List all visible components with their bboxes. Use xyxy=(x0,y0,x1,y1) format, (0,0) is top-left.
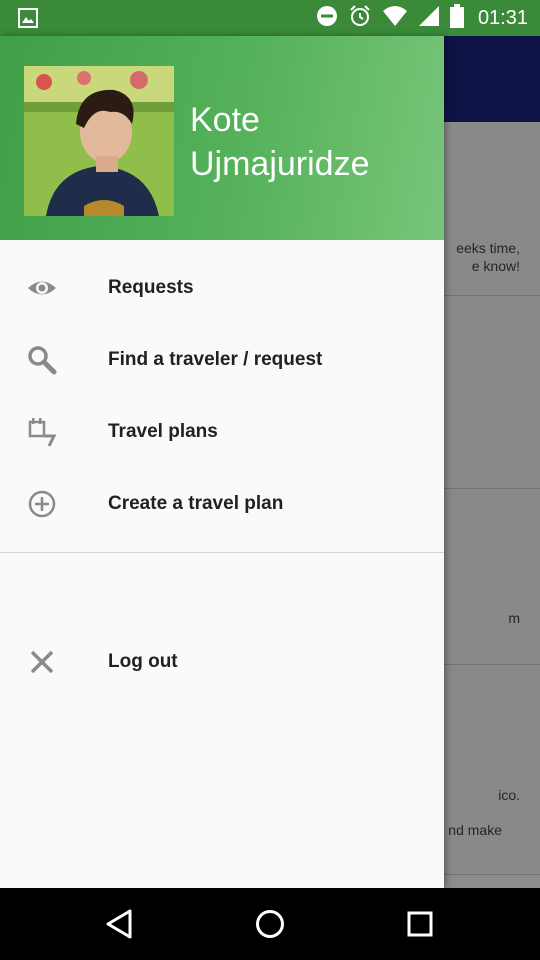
menu-item-label: Find a traveler / request xyxy=(108,349,323,370)
drawer-header: Kote Ujmajuridze xyxy=(0,36,444,240)
add-circle-icon xyxy=(26,488,58,520)
do-not-disturb-icon xyxy=(316,5,338,31)
status-bar: 01:31 xyxy=(0,0,540,36)
battery-icon xyxy=(449,4,464,32)
navigation-drawer: Kote Ujmajuridze Requests Find a travele… xyxy=(0,36,444,888)
image-notification-icon xyxy=(18,8,38,32)
system-nav-bar xyxy=(0,888,540,960)
alarm-icon xyxy=(348,4,372,32)
eye-icon xyxy=(26,272,58,304)
signal-icon xyxy=(418,5,440,31)
menu-item-requests[interactable]: Requests xyxy=(0,252,444,324)
menu-item-label: Travel plans xyxy=(108,421,218,442)
status-time: 01:31 xyxy=(477,6,528,29)
search-icon xyxy=(26,344,58,376)
home-icon[interactable] xyxy=(252,906,288,942)
user-name: Kote Ujmajuridze xyxy=(190,98,430,186)
back-icon[interactable] xyxy=(102,906,138,942)
user-avatar[interactable] xyxy=(24,66,174,216)
menu-item-travel-plans[interactable]: Travel plans xyxy=(0,396,444,468)
recents-icon[interactable] xyxy=(402,906,438,942)
wifi-icon xyxy=(382,5,408,31)
menu-item-create-travel-plan[interactable]: Create a travel plan xyxy=(0,468,444,540)
menu-item-label: Create a travel plan xyxy=(108,493,284,514)
menu-item-find-traveler[interactable]: Find a traveler / request xyxy=(0,324,444,396)
menu-item-label: Log out xyxy=(108,651,178,672)
user-last-name: Ujmajuridze xyxy=(190,145,370,183)
close-icon xyxy=(26,646,58,678)
menu-divider xyxy=(0,552,444,553)
menu-item-label: Requests xyxy=(108,277,194,298)
user-first-name: Kote xyxy=(190,101,260,139)
menu-item-log-out[interactable]: Log out xyxy=(0,626,444,698)
calendar-icon xyxy=(26,416,58,448)
